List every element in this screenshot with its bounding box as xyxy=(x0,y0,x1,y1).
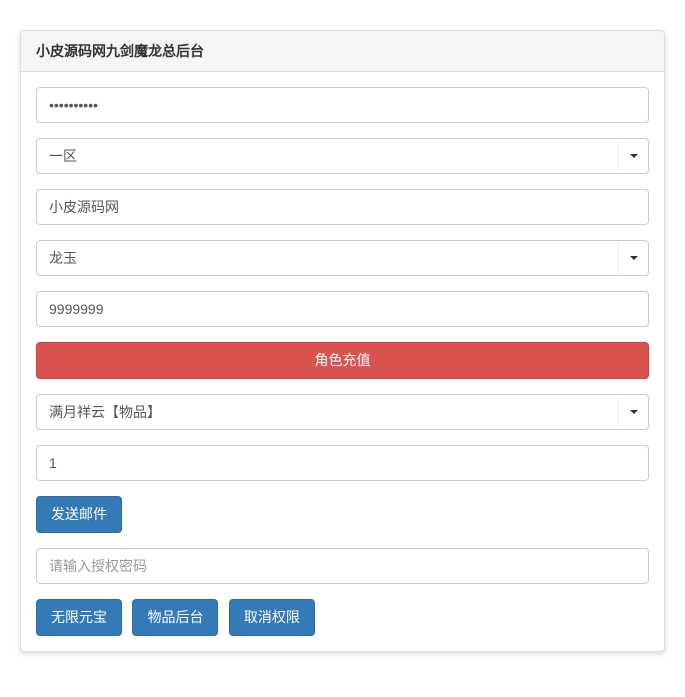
caret-down-icon xyxy=(630,154,638,158)
caret-down-icon xyxy=(630,410,638,414)
panel-body: 一区 龙玉 角色充值 满月祥云【物品】 xyxy=(21,72,664,651)
password-input[interactable] xyxy=(36,87,649,123)
panel-title: 小皮源码网九剑魔龙总后台 xyxy=(21,31,664,72)
character-select-value: 龙玉 xyxy=(37,241,618,275)
item-select-value: 满月祥云【物品】 xyxy=(37,395,618,429)
send-mail-button[interactable]: 发送邮件 xyxy=(36,496,122,533)
cancel-auth-button[interactable]: 取消权限 xyxy=(229,599,315,636)
item-select[interactable]: 满月祥云【物品】 xyxy=(36,394,649,430)
admin-panel: 小皮源码网九剑魔龙总后台 一区 龙玉 xyxy=(20,30,665,652)
zone-select[interactable]: 一区 xyxy=(36,138,649,174)
caret-down-icon xyxy=(630,256,638,260)
item-caret-box xyxy=(618,395,648,429)
zone-caret-box xyxy=(618,139,648,173)
quantity-input[interactable] xyxy=(36,445,649,481)
unlimited-yuanbao-button[interactable]: 无限元宝 xyxy=(36,599,122,636)
zone-select-value: 一区 xyxy=(37,139,618,173)
auth-password-input[interactable] xyxy=(36,548,649,584)
recharge-button[interactable]: 角色充值 xyxy=(36,342,649,379)
item-backend-button[interactable]: 物品后台 xyxy=(132,599,218,636)
character-select[interactable]: 龙玉 xyxy=(36,240,649,276)
account-input[interactable] xyxy=(36,189,649,225)
character-caret-box xyxy=(618,241,648,275)
amount-input[interactable] xyxy=(36,291,649,327)
